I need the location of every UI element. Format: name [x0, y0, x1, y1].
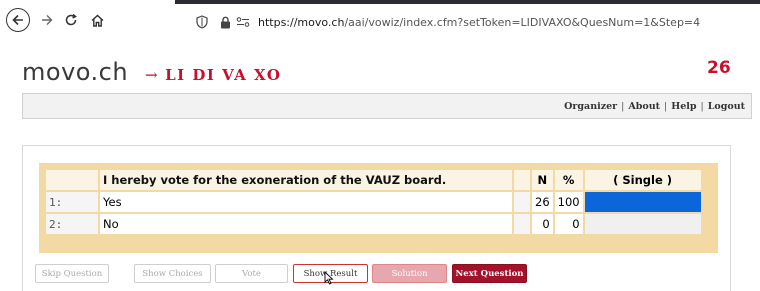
answer-percent: 100 [554, 192, 583, 212]
menu-separator: | [700, 100, 704, 112]
show-choices-button[interactable]: Show Choices [134, 264, 211, 283]
session-token: → LI DI VA XO [145, 66, 281, 84]
header-index-cell [46, 170, 98, 190]
next-question-button[interactable]: Next Question [452, 264, 527, 283]
menu-logout[interactable]: Logout [708, 101, 745, 112]
permissions-icon[interactable] [236, 16, 252, 28]
answer-percent: 0 [554, 214, 583, 234]
answer-index: 1: [46, 192, 98, 212]
count-column-header: N [532, 170, 553, 190]
home-icon [91, 14, 103, 27]
mode-column-header: ( Single ) [584, 170, 701, 190]
mouse-pointer-icon [324, 271, 334, 285]
answer-label: Yes [100, 192, 512, 212]
result-table: I hereby vote for the exoneration of the… [44, 168, 703, 236]
answer-label: No [100, 214, 512, 234]
menu-separator: | [664, 100, 668, 112]
menu-help[interactable]: Help [671, 101, 696, 112]
site-logo[interactable]: movo.ch [22, 58, 128, 86]
window-strip [175, 0, 760, 4]
address-bar[interactable]: https://movo.ch/aai/vowiz/index.cfm?setT… [190, 10, 760, 34]
answer-gap-cell [514, 214, 530, 234]
token-text: LI DI VA XO [165, 66, 282, 84]
answer-bar-track [584, 192, 701, 212]
solution-button[interactable]: Solution [372, 264, 447, 283]
top-menu: Organizer | About | Help | Logout [22, 93, 752, 119]
forward-button[interactable] [38, 8, 56, 32]
answer-row: 1: Yes 26 100 [46, 192, 701, 212]
header-gap-cell [514, 170, 530, 190]
answer-gap-cell [514, 192, 530, 212]
reload-icon [65, 13, 77, 26]
answer-index: 2: [46, 214, 98, 234]
back-button[interactable] [6, 8, 30, 32]
url-text: https://movo.ch/aai/vowiz/index.cfm?setT… [258, 16, 700, 29]
answer-bar [584, 192, 701, 212]
home-button[interactable] [88, 8, 106, 32]
vote-button[interactable]: Vote [215, 264, 288, 283]
back-arrow-icon [12, 14, 23, 26]
forward-arrow-icon [42, 15, 53, 25]
answer-bar-track [584, 214, 701, 234]
url-host: https://movo.ch [258, 15, 345, 29]
result-header-row: I hereby vote for the exoneration of the… [46, 170, 701, 190]
url-path: /aai/vowiz/index.cfm?setToken=LIDIVAXO&Q… [344, 15, 701, 29]
menu-about[interactable]: About [628, 101, 660, 112]
question-text: I hereby vote for the exoneration of the… [100, 170, 512, 190]
lock-icon[interactable] [220, 16, 234, 29]
reload-button[interactable] [62, 8, 80, 32]
percent-column-header: % [554, 170, 583, 190]
answer-count: 26 [532, 192, 553, 212]
browser-toolbar: https://movo.ch/aai/vowiz/index.cfm?setT… [0, 0, 760, 48]
answer-count: 0 [532, 214, 553, 234]
menu-organizer[interactable]: Organizer [564, 101, 617, 112]
token-arrow-icon: → [145, 66, 160, 84]
participant-count: 26 [707, 58, 731, 78]
answer-row: 2: No 0 0 [46, 214, 701, 234]
shield-icon[interactable] [196, 15, 212, 29]
menu-separator: | [621, 100, 625, 112]
skip-question-button[interactable]: Skip Question [35, 264, 109, 283]
